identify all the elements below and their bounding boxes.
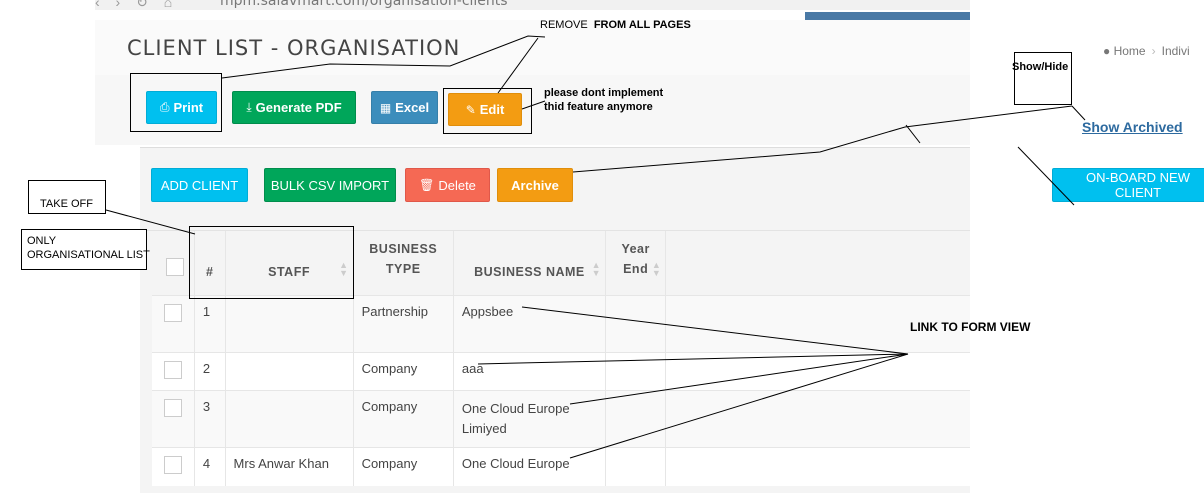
line-takeoff-staff [105,209,196,235]
line-edit-note [521,100,546,110]
line-link-2 [477,353,909,365]
line-link-3 [569,353,909,405]
line-showhide-link [1071,105,1086,121]
line-remove-print [221,35,546,79]
line-link-4 [569,353,909,459]
line-link-1 [521,306,909,355]
line-onboard [1017,146,1075,206]
line-misc [905,124,921,144]
line-archive-showhide [572,105,1073,173]
line-remove-edit [497,37,539,94]
annotation-lines [105,35,1086,459]
